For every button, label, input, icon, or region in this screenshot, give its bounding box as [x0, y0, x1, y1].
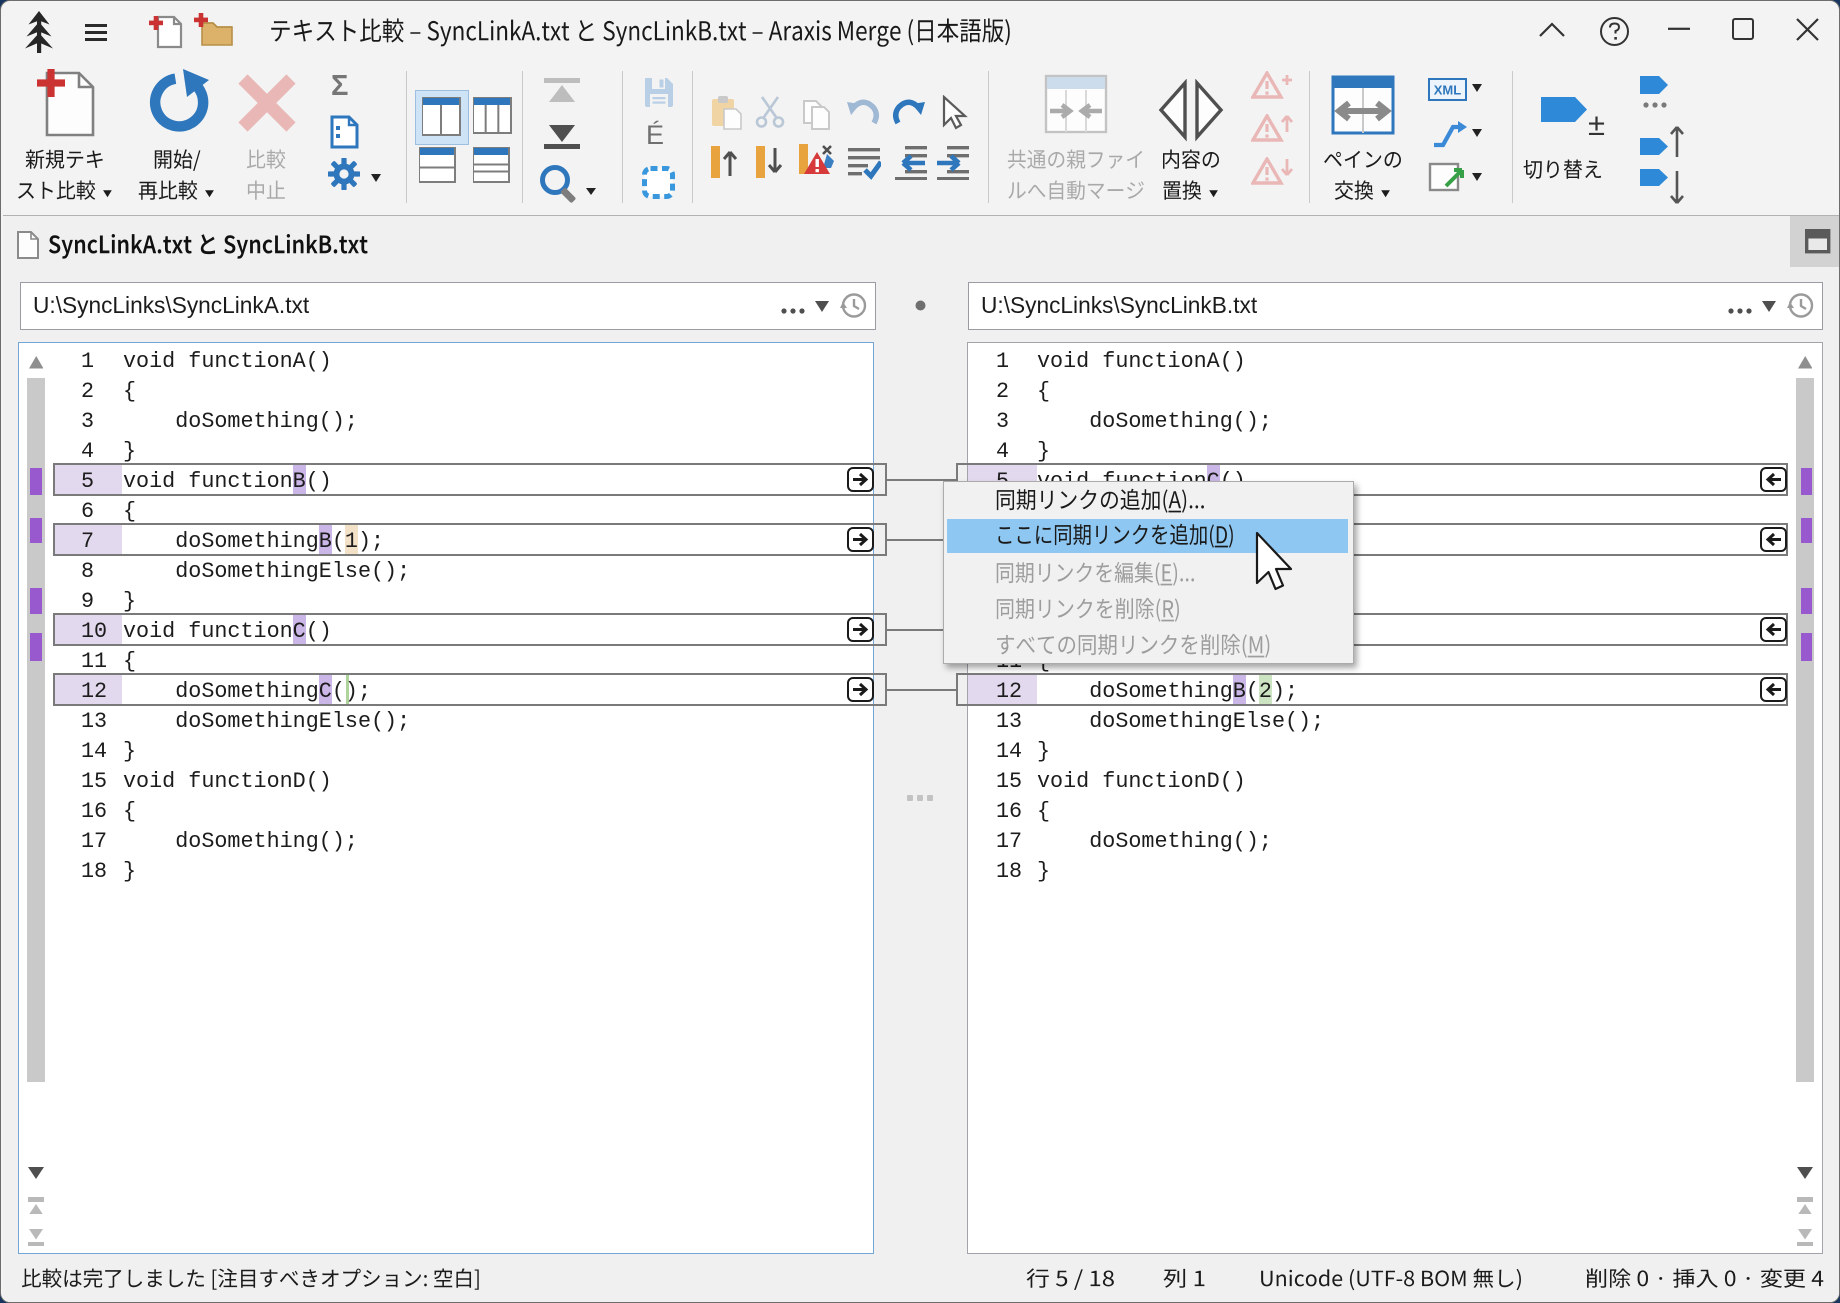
svg-text:±: ± — [1588, 107, 1605, 142]
svg-text:XML: XML — [1434, 83, 1462, 98]
